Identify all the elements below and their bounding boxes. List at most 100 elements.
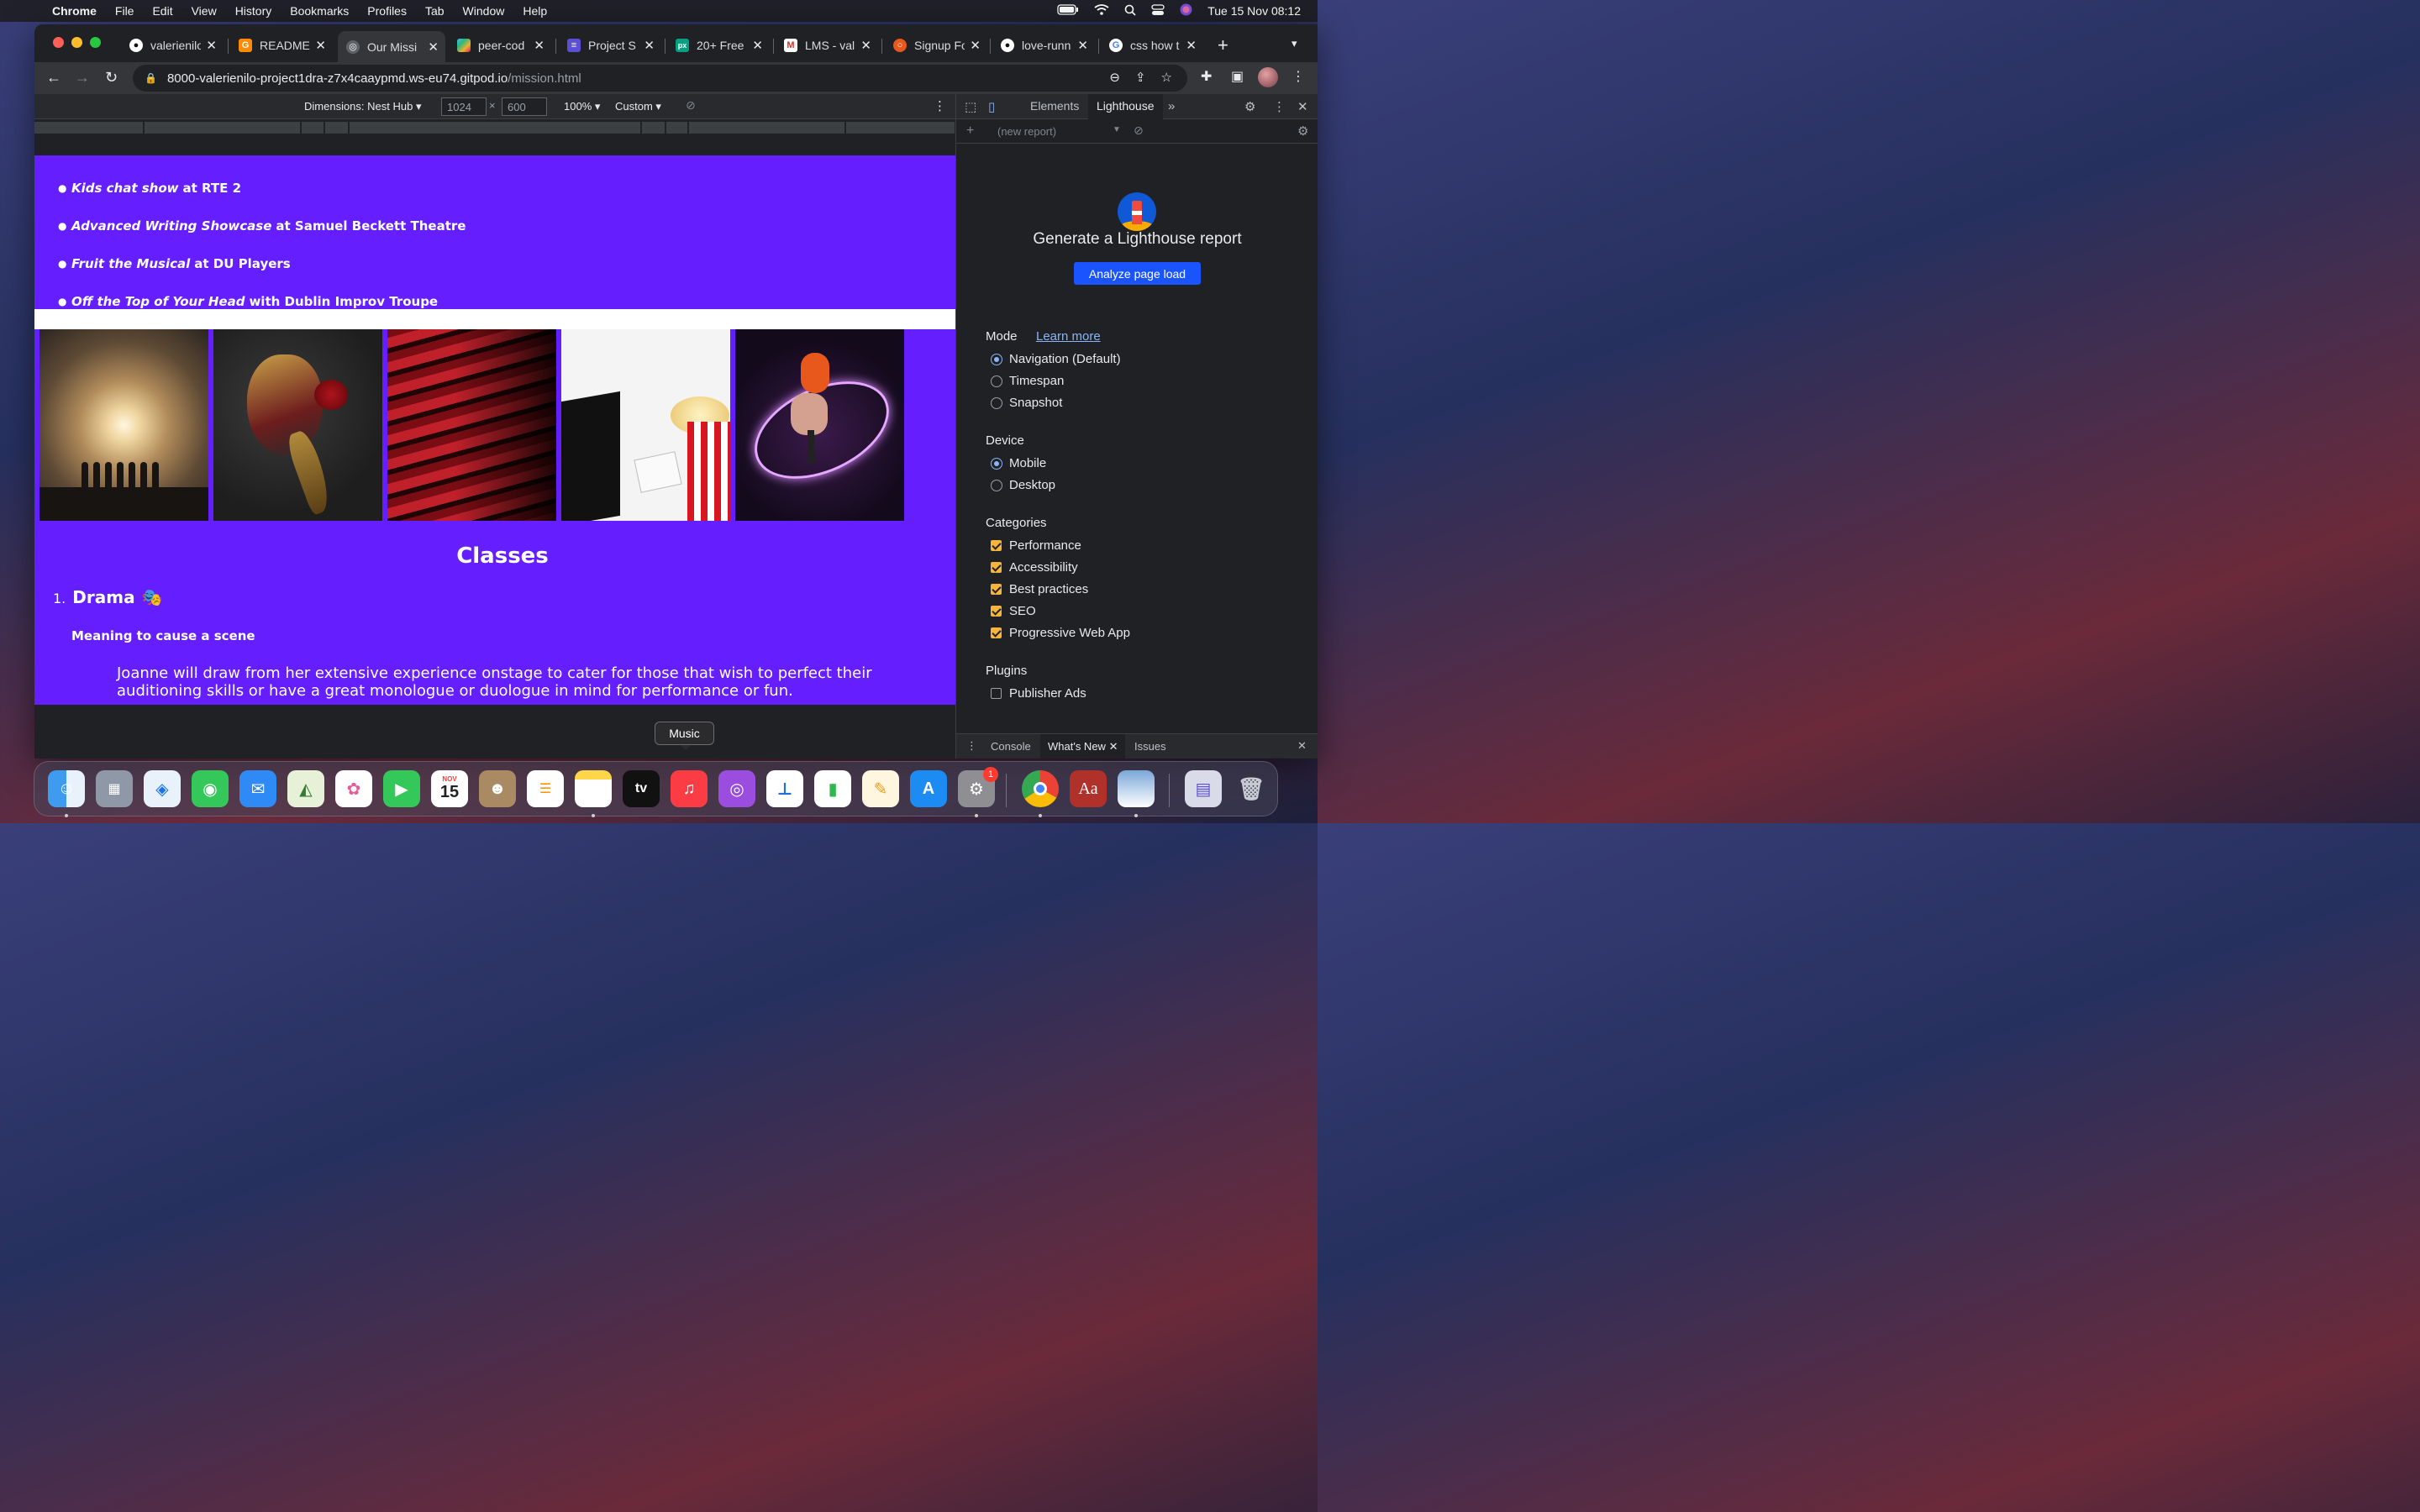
lighthouse-settings-gear-icon[interactable]: ⚙	[1297, 123, 1308, 139]
chrome-icon[interactable]	[1022, 770, 1059, 807]
close-tab-icon[interactable]: ✕	[752, 38, 763, 53]
new-tab-button[interactable]: +	[1218, 34, 1228, 56]
system-preferences-gear-icon[interactable]: ⚙ 1	[958, 767, 998, 807]
close-tab-icon[interactable]: ✕	[534, 38, 544, 53]
menu-clock[interactable]: Tue 15 Nov 08:12	[1207, 4, 1301, 18]
report-select[interactable]: (new report)	[997, 125, 1056, 138]
profile-avatar[interactable]	[1258, 67, 1278, 87]
mode-snapshot-radio[interactable]: Snapshot	[991, 396, 1062, 410]
ruler-segment[interactable]	[145, 122, 301, 134]
checkbox-checked[interactable]	[991, 584, 1002, 595]
category-seo-checkbox[interactable]: SEO	[991, 604, 1036, 618]
category-performance-checkbox[interactable]: Performance	[991, 538, 1081, 553]
ruler-segment[interactable]	[325, 122, 349, 134]
facetime-icon[interactable]: ▶	[383, 770, 420, 807]
preview-icon[interactable]	[1118, 770, 1155, 807]
fullscreen-window-button[interactable]	[90, 37, 101, 48]
checkbox-checked[interactable]	[991, 606, 1002, 617]
viewport-width-input[interactable]: 1024	[441, 97, 487, 116]
tab-google-search[interactable]: G css how t ✕	[1101, 31, 1203, 60]
launchpad-icon[interactable]: ▦	[96, 770, 133, 807]
menu-history[interactable]: History	[235, 4, 272, 18]
close-tab-icon[interactable]: ✕	[860, 38, 871, 53]
tab-pexels[interactable]: px 20+ Free ✕	[667, 31, 770, 60]
devtools-menu-icon[interactable]: ⋮	[1273, 99, 1286, 114]
drawer-menu-icon[interactable]: ⋮	[966, 739, 977, 753]
radio-unselected[interactable]	[991, 375, 1002, 387]
downloads-stack-icon[interactable]: ▤	[1185, 770, 1222, 807]
analyze-page-load-button[interactable]: Analyze page load	[1074, 262, 1201, 285]
category-best-practices-checkbox[interactable]: Best practices	[991, 582, 1088, 596]
drawer-tab-whats-new[interactable]: What's New ✕	[1040, 734, 1126, 759]
tab-elements[interactable]: Elements	[1022, 94, 1087, 119]
learn-more-link[interactable]: Learn more	[1036, 329, 1101, 344]
contacts-icon[interactable]: ☻	[479, 770, 516, 807]
menu-help[interactable]: Help	[523, 4, 547, 18]
ruler-segment[interactable]	[302, 122, 324, 134]
more-options-icon[interactable]: ⋮	[934, 98, 946, 113]
device-desktop-radio[interactable]: Desktop	[991, 478, 1055, 492]
drawer-tab-console[interactable]: Console	[983, 734, 1039, 759]
radio-unselected[interactable]	[991, 396, 1002, 409]
zoom-out-icon[interactable]: ⊖	[1109, 70, 1120, 85]
side-panel-icon[interactable]: ▣	[1231, 68, 1244, 85]
menu-file[interactable]: File	[115, 4, 134, 18]
mode-timespan-radio[interactable]: Timespan	[991, 374, 1064, 388]
close-tab-icon[interactable]: ✕	[1077, 38, 1088, 53]
safari-icon[interactable]: ◈	[144, 770, 181, 807]
menu-tab[interactable]: Tab	[425, 4, 445, 18]
reminders-icon[interactable]: ☰	[527, 770, 564, 807]
ruler-segment[interactable]	[666, 122, 688, 134]
tab-project[interactable]: ≡ Project S ✕	[559, 31, 661, 60]
url-host[interactable]: 8000-valerienilo-project1dra-z7x4caaypmd…	[167, 71, 508, 86]
menu-profiles[interactable]: Profiles	[367, 4, 407, 18]
menu-app-name[interactable]: Chrome	[52, 4, 97, 18]
category-accessibility-checkbox[interactable]: Accessibility	[991, 560, 1078, 575]
mode-navigation-radio[interactable]: Navigation (Default)	[991, 352, 1121, 366]
url-path[interactable]: /mission.html	[508, 71, 581, 86]
close-tab-icon[interactable]: ✕	[970, 38, 981, 53]
podcasts-icon[interactable]: ◎	[718, 770, 755, 807]
inspect-element-icon[interactable]: ⬚	[965, 99, 976, 114]
device-toggle-icon[interactable]: ▯	[988, 99, 995, 114]
siri-icon[interactable]	[1180, 3, 1192, 18]
tab-signup[interactable]: ○ Signup Fo ✕	[885, 31, 987, 60]
close-tab-icon[interactable]: ✕	[428, 39, 439, 55]
bookmark-star-icon[interactable]: ☆	[1161, 70, 1172, 85]
ruler-segment[interactable]	[34, 122, 144, 134]
add-report-icon[interactable]: +	[966, 123, 974, 139]
finder-icon[interactable]: ☺	[48, 770, 85, 807]
tab-github-valerienilo[interactable]: ● valerienilo ✕	[121, 31, 224, 60]
devtools-close-icon[interactable]: ✕	[1297, 99, 1308, 114]
reload-icon[interactable]: ↻	[105, 69, 118, 87]
back-arrow-icon[interactable]: ←	[46, 69, 61, 87]
ruler-segment[interactable]	[642, 122, 666, 134]
checkbox-checked[interactable]	[991, 627, 1002, 638]
throttle-dropdown[interactable]: Custom ▾	[615, 100, 661, 113]
rotate-icon[interactable]: ⊘	[686, 98, 696, 113]
wifi-icon[interactable]	[1094, 4, 1109, 18]
checkbox-unchecked[interactable]	[991, 688, 1002, 699]
trash-icon[interactable]: 🗑	[1233, 770, 1270, 807]
close-drawer-tab-icon[interactable]: ✕	[1109, 740, 1118, 753]
lock-icon[interactable]: 🔒	[145, 72, 157, 84]
close-drawer-icon[interactable]: ✕	[1297, 739, 1307, 753]
extensions-puzzle-icon[interactable]: ✚	[1201, 68, 1212, 85]
plugin-publisher-ads-checkbox[interactable]: Publisher Ads	[991, 686, 1086, 701]
radio-selected[interactable]	[991, 457, 1002, 470]
menu-window[interactable]: Window	[463, 4, 505, 18]
clear-reports-icon[interactable]: ⊘	[1134, 123, 1144, 138]
tab-lighthouse[interactable]: Lighthouse	[1088, 94, 1163, 119]
checkbox-checked[interactable]	[991, 540, 1002, 551]
share-icon[interactable]: ⇪	[1135, 70, 1146, 85]
keynote-icon[interactable]: ⊥	[766, 770, 803, 807]
ruler-segment[interactable]	[689, 122, 845, 134]
ruler-segment[interactable]	[350, 122, 641, 134]
numbers-icon[interactable]: ▮	[814, 770, 851, 807]
calendar-icon[interactable]: NOV 15	[431, 770, 468, 807]
ruler-segment[interactable]	[846, 122, 955, 134]
close-tab-icon[interactable]: ✕	[206, 38, 217, 53]
device-mobile-radio[interactable]: Mobile	[991, 456, 1046, 470]
more-tabs-chevron-icon[interactable]: »	[1168, 99, 1175, 113]
photos-icon[interactable]: ✿	[335, 770, 372, 807]
